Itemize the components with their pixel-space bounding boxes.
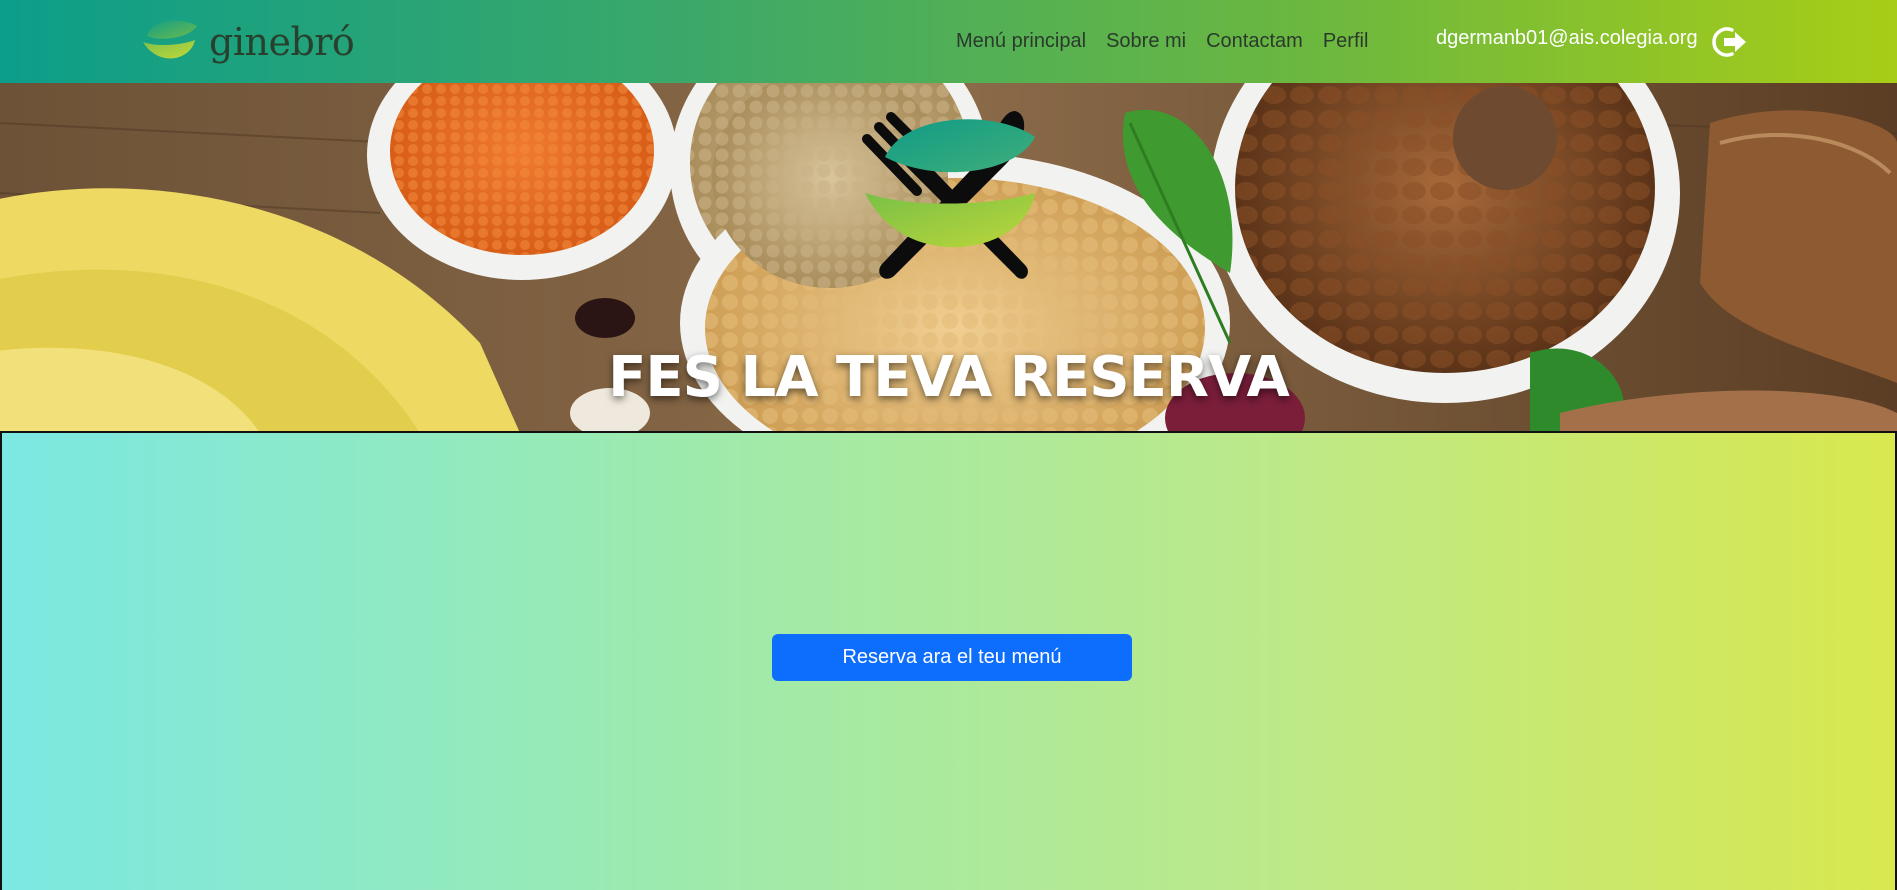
navbar: ginebró Menú principal Sobre mi Contacta… — [0, 0, 1897, 83]
nav-link-sobre-mi[interactable]: Sobre mi — [1106, 30, 1186, 53]
fork-knife-leaf-logo-icon — [862, 111, 1035, 279]
brand-logo[interactable]: ginebró — [139, 14, 355, 70]
nav-link-contactam[interactable]: Contactam — [1206, 30, 1303, 53]
logout-icon[interactable] — [1710, 26, 1748, 58]
brand-name: ginebró — [209, 20, 355, 64]
hero-title: FES LA TEVA RESERVA — [608, 345, 1290, 410]
nav-link-menu-principal[interactable]: Menú principal — [956, 30, 1086, 53]
main-content: Reserva ara el teu menú — [0, 433, 1897, 890]
reserve-menu-button[interactable]: Reserva ara el teu menú — [772, 634, 1132, 681]
nav-link-perfil[interactable]: Perfil — [1323, 30, 1369, 53]
user-email: dgermanb01@ais.colegia.org — [1436, 27, 1698, 49]
main-nav: Menú principal Sobre mi Contactam Perfil — [956, 30, 1388, 53]
hero-banner: FES LA TEVA RESERVA — [0, 83, 1897, 433]
leaf-logo-icon — [143, 20, 197, 59]
